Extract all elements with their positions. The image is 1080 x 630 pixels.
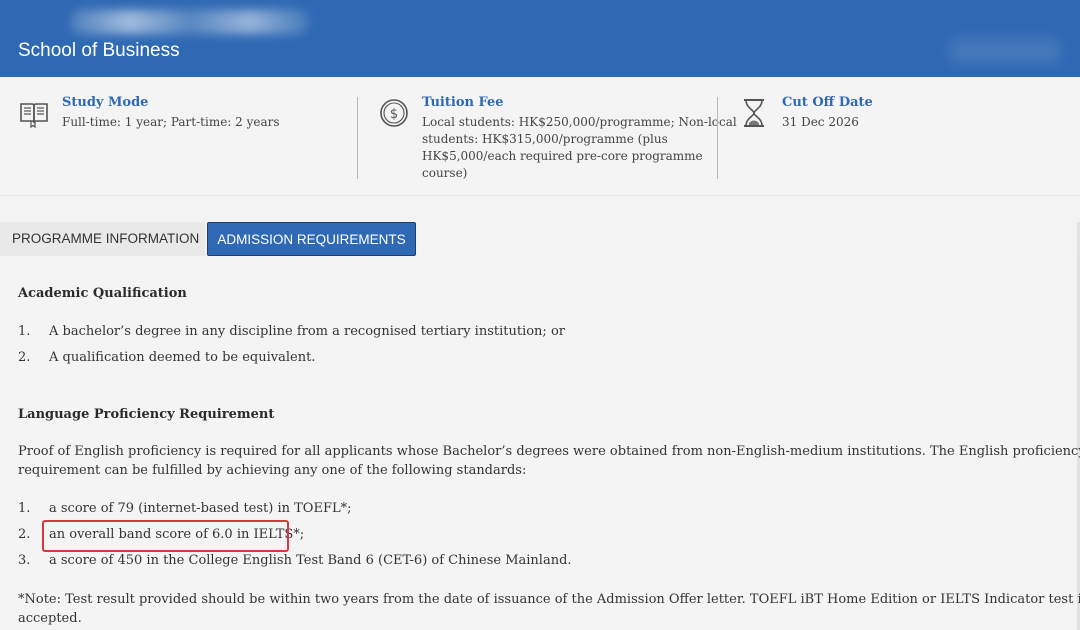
ielts-highlight-box <box>42 520 289 552</box>
study-mode-title: Study Mode <box>62 95 149 110</box>
list-text: a score of 450 in the College English Te… <box>49 553 572 568</box>
cut-off-block: Cut Off Date 31 Dec 2026 <box>738 95 1038 185</box>
tuition-fee-line: Local students: HK$250,000/programme; No… <box>422 115 737 129</box>
cut-off-title: Cut Off Date <box>782 95 873 110</box>
list-text: a score of 79 (internet-based test) in T… <box>49 501 352 516</box>
test-note: *Note: Test result provided should be wi… <box>18 590 1080 628</box>
list-number: 1. <box>18 324 31 339</box>
tuition-fee-title: Tuition Fee <box>422 95 504 110</box>
cut-off-desc: 31 Dec 2026 <box>782 115 859 129</box>
intro-line: Proof of English proficiency is required… <box>18 444 1080 459</box>
blurred-header-element <box>950 38 1060 64</box>
tuition-fee-line: HK$5,000/each required pre-core programm… <box>422 149 703 163</box>
academic-qualification-heading: Academic Qualification <box>18 286 187 301</box>
tuition-fee-line: course) <box>422 166 468 180</box>
admission-requirements-panel: Academic Qualification 1. A bachelor’s d… <box>0 222 1080 630</box>
study-mode-desc: Full-time: 1 year; Part-time: 2 years <box>62 115 280 129</box>
svg-text:$: $ <box>390 107 398 122</box>
study-mode-block: Study Mode Full-time: 1 year; Part-time:… <box>18 95 338 185</box>
list-text: A bachelor’s degree in any discipline fr… <box>49 324 565 339</box>
info-divider <box>357 97 358 179</box>
programme-summary: Study Mode Full-time: 1 year; Part-time:… <box>0 77 1080 196</box>
note-line: accepted. <box>18 611 82 626</box>
tab-admission-requirements[interactable]: ADMISSION REQUIREMENTS <box>207 222 416 256</box>
blurred-university-name <box>70 10 310 34</box>
school-name: School of Business <box>18 40 180 61</box>
dollar-coin-icon: $ <box>380 99 408 127</box>
info-divider <box>717 97 718 179</box>
intro-line: requirement can be fulfilled by achievin… <box>18 463 527 478</box>
list-number: 1. <box>18 501 31 516</box>
list-number: 3. <box>18 553 31 568</box>
list-number: 2. <box>18 350 31 365</box>
note-line: *Note: Test result provided should be wi… <box>18 592 1080 607</box>
page-header: School of Business <box>0 0 1080 77</box>
book-icon <box>20 103 48 129</box>
hourglass-icon <box>744 99 764 127</box>
list-number: 2. <box>18 527 31 542</box>
tuition-fee-line: students: HK$315,000/programme (plus <box>422 132 668 146</box>
tuition-fee-block: $ Tuition Fee Local students: HK$250,000… <box>378 95 737 185</box>
tuition-fee-desc: Local students: HK$250,000/programme; No… <box>422 114 737 182</box>
language-intro: Proof of English proficiency is required… <box>18 442 1080 480</box>
tab-programme-information[interactable]: PROGRAMME INFORMATION <box>0 222 205 256</box>
list-text: A qualification deemed to be equivalent. <box>49 350 316 365</box>
language-proficiency-heading: Language Proficiency Requirement <box>18 407 275 422</box>
